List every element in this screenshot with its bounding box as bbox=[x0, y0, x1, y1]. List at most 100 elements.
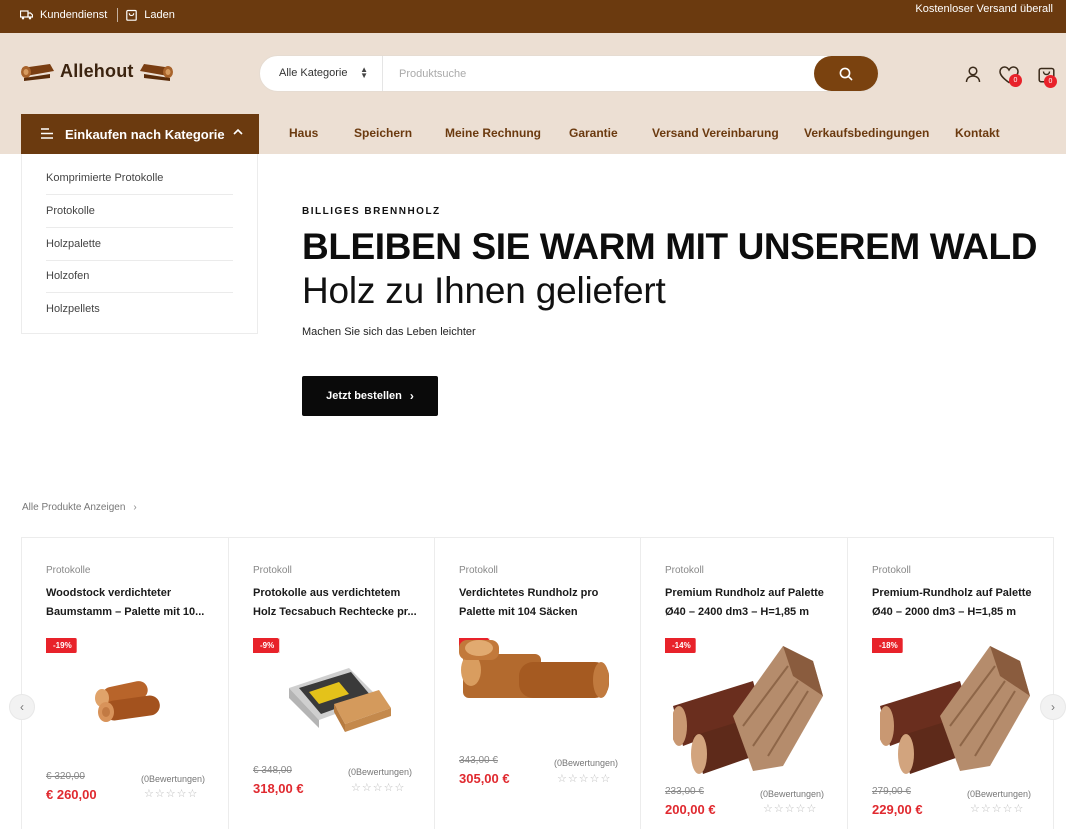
chevron-up-icon bbox=[233, 128, 243, 135]
shop-by-category-button[interactable]: Einkaufen nach Kategorie bbox=[21, 114, 259, 154]
chevron-left-icon: ‹ bbox=[20, 700, 24, 714]
all-products-label: Alle Produkte Anzeigen bbox=[22, 502, 126, 513]
review-count: (0Bewertungen) bbox=[141, 774, 206, 784]
menu-icon bbox=[41, 128, 53, 139]
product-name[interactable]: Protokolle aus verdichtetem Holz Tecsabu… bbox=[253, 584, 423, 622]
category-dropdown: Komprimierte Protokolle Protokolle Holzp… bbox=[21, 154, 258, 334]
product-name[interactable]: Premium-Rundholz auf Palette Ø40 – 2000 … bbox=[872, 584, 1042, 622]
chevron-right-icon: › bbox=[1051, 700, 1055, 714]
log-right-icon bbox=[139, 63, 173, 81]
search-input[interactable] bbox=[384, 57, 814, 90]
store-label: Laden bbox=[144, 9, 175, 21]
rating-stars: ☆☆☆☆☆ bbox=[970, 803, 1025, 815]
product-category: Protokoll bbox=[253, 565, 292, 576]
old-price: 279,00 € bbox=[872, 786, 911, 797]
top-bar: Kundendienst Laden Kostenloser Versand ü… bbox=[0, 0, 1066, 33]
current-price: 200,00 € bbox=[665, 802, 716, 817]
product-name[interactable]: Premium Rundholz auf Palette Ø40 – 2400 … bbox=[665, 584, 835, 622]
nav-item-haus[interactable]: Haus bbox=[289, 126, 318, 140]
log-left-icon bbox=[21, 63, 54, 81]
nav-item-meine-rechnung[interactable]: Meine Rechnung bbox=[445, 126, 541, 140]
current-price: 229,00 € bbox=[872, 802, 923, 817]
product-image[interactable] bbox=[88, 670, 164, 726]
discount-badge: -9% bbox=[253, 638, 280, 653]
current-price: 305,00 € bbox=[459, 771, 510, 786]
product-category: Protokoll bbox=[872, 565, 911, 576]
carousel-next-button[interactable]: › bbox=[1040, 694, 1066, 720]
category-item-holzofen[interactable]: Holzofen bbox=[46, 260, 233, 293]
category-item-komprimierte-protokolle[interactable]: Komprimierte Protokolle bbox=[46, 162, 233, 195]
current-price: € 260,00 bbox=[46, 787, 97, 802]
search-button[interactable] bbox=[814, 56, 878, 91]
product-card[interactable]: Protokoll Protokolle aus verdichtetem Ho… bbox=[229, 538, 435, 829]
product-card[interactable]: Protokolle Woodstock verdichteter Baumst… bbox=[22, 538, 229, 829]
cart-button[interactable]: 0 bbox=[1038, 65, 1057, 88]
divider bbox=[117, 8, 119, 22]
product-image[interactable] bbox=[880, 636, 1030, 776]
category-item-holzpalette[interactable]: Holzpalette bbox=[46, 228, 233, 261]
nav-item-garantie[interactable]: Garantie bbox=[569, 126, 618, 140]
discount-badge: -19% bbox=[46, 638, 77, 653]
customer-service-link[interactable]: Kundendienst bbox=[20, 9, 107, 21]
hero-title: BLEIBEN SIE WARM MIT UNSEREM WALD bbox=[302, 226, 1038, 267]
product-card[interactable]: Protokoll Verdichtetes Rundholz pro Pale… bbox=[435, 538, 641, 829]
account-button[interactable] bbox=[965, 66, 981, 88]
logo-text: Allehout bbox=[60, 61, 134, 81]
user-icon bbox=[965, 66, 981, 83]
category-select-value: Alle Kategorie bbox=[279, 67, 348, 79]
review-count: (0Bewertungen) bbox=[348, 767, 413, 777]
category-item-holzpellets[interactable]: Holzpellets bbox=[46, 293, 233, 326]
nav-item-speichern[interactable]: Speichern bbox=[354, 126, 412, 140]
product-card[interactable]: Protokoll Premium-Rundholz auf Palette Ø… bbox=[848, 538, 1054, 829]
product-image[interactable] bbox=[673, 636, 823, 776]
logo[interactable]: Allehout bbox=[20, 61, 174, 82]
nav-item-versand-vereinbarung[interactable]: Versand Vereinbarung bbox=[652, 126, 779, 140]
review-count: (0Bewertungen) bbox=[967, 789, 1032, 799]
all-products-link[interactable]: Alle Produkte Anzeigen › bbox=[22, 502, 137, 513]
hero-text: Machen Sie sich das Leben leichter bbox=[302, 326, 476, 338]
product-category: Protokoll bbox=[459, 565, 498, 576]
search-bar: Alle Kategorie ▲ ▼ bbox=[259, 55, 879, 92]
store-link[interactable]: Laden bbox=[126, 9, 175, 21]
product-name[interactable]: Woodstock verdichteter Baumstamm – Palet… bbox=[46, 584, 216, 622]
old-price: € 320,00 bbox=[46, 771, 85, 782]
product-card[interactable]: Protokoll Premium Rundholz auf Palette Ø… bbox=[641, 538, 848, 829]
customer-service-label: Kundendienst bbox=[40, 9, 108, 21]
hero-subtitle: BILLIGES BRENNHOLZ bbox=[302, 206, 441, 217]
nav-item-verkaufsbedingungen[interactable]: Verkaufsbedingungen bbox=[804, 126, 929, 140]
shop-by-category-label: Einkaufen nach Kategorie bbox=[65, 127, 225, 142]
rating-stars: ☆☆☆☆☆ bbox=[144, 788, 199, 800]
current-price: 318,00 € bbox=[253, 781, 304, 796]
product-image[interactable] bbox=[279, 658, 399, 738]
rating-stars: ☆☆☆☆☆ bbox=[763, 803, 818, 815]
order-now-label: Jetzt bestellen bbox=[326, 390, 402, 402]
category-select[interactable]: Alle Kategorie ▲ ▼ bbox=[260, 56, 383, 91]
category-item-protokolle[interactable]: Protokolle bbox=[46, 195, 233, 228]
truck-icon bbox=[20, 10, 33, 20]
sort-arrows-icon: ▲ ▼ bbox=[360, 65, 368, 80]
product-image[interactable] bbox=[459, 640, 614, 702]
product-name[interactable]: Verdichtetes Rundholz pro Palette mit 10… bbox=[459, 584, 629, 622]
order-now-button[interactable]: Jetzt bestellen › bbox=[302, 376, 438, 416]
old-price: € 348,00 bbox=[253, 765, 292, 776]
nav-item-kontakt[interactable]: Kontakt bbox=[955, 126, 1000, 140]
product-category: Protokolle bbox=[46, 565, 91, 576]
cart-count-badge: 0 bbox=[1044, 75, 1057, 88]
chevron-right-icon: › bbox=[409, 389, 414, 403]
wishlist-button[interactable]: 0 bbox=[999, 66, 1022, 89]
chevron-right-icon: › bbox=[133, 502, 137, 513]
rating-stars: ☆☆☆☆☆ bbox=[557, 773, 612, 785]
old-price: 233,00 € bbox=[665, 786, 704, 797]
hero-title-second-line: Holz zu Ihnen geliefert bbox=[302, 270, 666, 311]
store-icon bbox=[126, 9, 138, 21]
product-category: Protokoll bbox=[665, 565, 704, 576]
review-count: (0Bewertungen) bbox=[760, 789, 825, 799]
old-price: 343,00 € bbox=[459, 755, 498, 766]
free-shipping-text: Kostenloser Versand überall bbox=[915, 3, 1053, 15]
wishlist-count-badge: 0 bbox=[1009, 74, 1022, 87]
rating-stars: ☆☆☆☆☆ bbox=[351, 782, 406, 794]
carousel-prev-button[interactable]: ‹ bbox=[9, 694, 35, 720]
search-icon bbox=[839, 67, 853, 80]
review-count: (0Bewertungen) bbox=[554, 758, 619, 768]
product-carousel: Protokolle Woodstock verdichteter Baumst… bbox=[21, 537, 1054, 829]
